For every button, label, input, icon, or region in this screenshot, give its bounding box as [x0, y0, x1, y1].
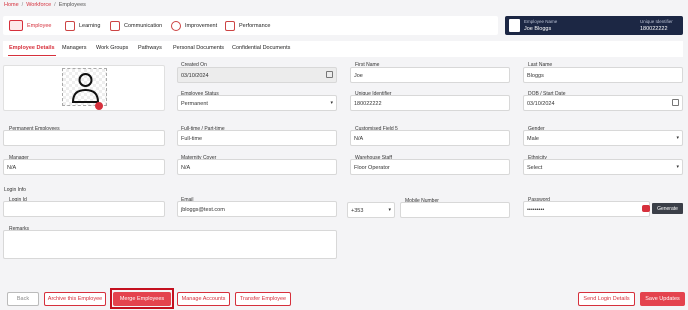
- last-name-input[interactable]: Bloggs: [523, 67, 683, 83]
- breadcrumb-separator: /: [21, 2, 24, 8]
- tab-confidential-documents[interactable]: Confidential Documents: [232, 45, 290, 51]
- nav-communication-label: Communication: [124, 22, 163, 29]
- nav-improvement[interactable]: Improvement: [171, 16, 217, 35]
- learning-icon: [65, 20, 75, 31]
- calendar-icon[interactable]: [672, 99, 679, 106]
- nav-improvement-label: Improvement: [185, 22, 218, 29]
- lightbulb-icon: [171, 20, 181, 31]
- nav-communication[interactable]: Communication: [110, 16, 162, 35]
- user-silhouette-icon: [71, 73, 100, 103]
- maternity-cover-input[interactable]: N/A: [177, 159, 337, 175]
- login-id-input[interactable]: [3, 201, 165, 217]
- breadcrumb: Home / Workforce / Employees: [4, 2, 86, 8]
- tab-employee-details[interactable]: Employee Details: [9, 45, 55, 51]
- remarks-textarea[interactable]: [3, 230, 337, 259]
- performance-chart-icon: [225, 20, 235, 31]
- gender-value: Male: [527, 136, 539, 142]
- employee-name: Joe Bloggs: [524, 26, 552, 32]
- nav-learning-label: Learning: [79, 22, 101, 29]
- chevron-down-icon: ▾: [330, 100, 333, 106]
- nav-employee-label: Employee: [27, 22, 52, 29]
- dob-value: 03/10/2024: [527, 101, 555, 107]
- profile-photo-card: [3, 65, 165, 111]
- chevron-down-icon: ▾: [676, 135, 679, 141]
- id-card-icon: [509, 19, 520, 32]
- employee-status-value: Permanent: [181, 101, 208, 107]
- tab-work-groups[interactable]: Work Groups: [96, 45, 128, 51]
- email-input[interactable]: jbloggs@test.com: [177, 201, 337, 217]
- chevron-down-icon: ▾: [676, 164, 679, 170]
- unique-identifier-label: Unique Identifier: [640, 19, 673, 24]
- unique-identifier-value: 180022222: [640, 26, 668, 32]
- chevron-down-icon: ▾: [388, 207, 391, 213]
- tab-pathways[interactable]: Pathways: [138, 45, 162, 51]
- dob-input[interactable]: 03/10/2024: [523, 95, 683, 111]
- manager-input[interactable]: N/A: [3, 159, 165, 175]
- tab-personal-documents[interactable]: Personal Documents: [173, 45, 224, 51]
- nav-learning[interactable]: Learning: [65, 16, 100, 35]
- password-input[interactable]: •••••••••: [523, 201, 650, 217]
- nav-performance-label: Performance: [239, 22, 271, 29]
- country-code-value: +353: [351, 208, 364, 214]
- breadcrumb-current: Employees: [58, 2, 86, 8]
- warehouse-staff-value: Floor Operator: [354, 165, 390, 171]
- customised-field-5-input[interactable]: N/A: [350, 130, 510, 146]
- last-name-value: Bloggs: [527, 73, 544, 79]
- employee-name-label: Employee Name: [524, 19, 558, 24]
- transfer-employee-button[interactable]: Transfer Employee: [235, 292, 291, 306]
- detail-tabs: Employee Details Managers Work Groups Pa…: [3, 41, 683, 57]
- show-password-icon[interactable]: [642, 205, 650, 212]
- first-name-input[interactable]: Joe: [350, 67, 510, 83]
- unique-identifier-field-value: 180022222: [354, 101, 382, 107]
- nav-employee[interactable]: Employee: [9, 16, 51, 35]
- employee-icon: [9, 20, 23, 31]
- email-value: jbloggs@test.com: [181, 207, 225, 213]
- nav-performance[interactable]: Performance: [225, 16, 271, 35]
- warehouse-staff-input[interactable]: Floor Operator: [350, 159, 510, 175]
- ethnicity-select[interactable]: Select ▾: [523, 159, 683, 175]
- employee-status-select[interactable]: Permanent ▾: [177, 95, 337, 111]
- employee-info-box: Employee Name Joe Bloggs Unique Identifi…: [505, 16, 683, 35]
- password-value: •••••••••: [527, 207, 545, 213]
- communication-icon: [110, 20, 120, 31]
- ethnicity-value: Select: [527, 165, 543, 171]
- created-on-field: 03/10/2024: [177, 67, 337, 83]
- country-code-select[interactable]: +353 ▾: [347, 202, 395, 218]
- tab-managers[interactable]: Managers: [62, 45, 86, 51]
- merge-employees-button[interactable]: Merge Employees: [113, 292, 171, 306]
- gender-select[interactable]: Male ▾: [523, 130, 683, 146]
- login-info-heading: Login Info: [4, 187, 26, 193]
- save-updates-button[interactable]: Save Updates: [640, 292, 685, 306]
- top-nav: Employee Learning Communication Improvem…: [3, 16, 498, 35]
- manage-accounts-button[interactable]: Manage Accounts: [177, 292, 230, 306]
- profile-photo[interactable]: [62, 68, 107, 106]
- customised-field-5-value: N/A: [354, 136, 364, 142]
- generate-password-button[interactable]: Generate: [652, 203, 683, 214]
- first-name-value: Joe: [354, 73, 363, 79]
- full-part-time-input[interactable]: Full-time: [177, 130, 337, 146]
- unique-identifier-input[interactable]: 180022222: [350, 95, 510, 111]
- breadcrumb-workforce-link[interactable]: Workforce: [26, 2, 51, 8]
- back-button[interactable]: Back: [7, 292, 39, 306]
- maternity-cover-value: N/A: [181, 165, 191, 171]
- active-tab-underline: [8, 55, 56, 56]
- mobile-number-input[interactable]: [400, 202, 510, 218]
- archive-employee-button[interactable]: Archive this Employee: [44, 292, 106, 306]
- breadcrumb-separator: /: [54, 2, 56, 8]
- send-login-details-button[interactable]: Send Login Details: [578, 292, 635, 306]
- manager-value: N/A: [7, 165, 17, 171]
- permanent-employees-input[interactable]: [3, 130, 165, 146]
- created-on-value: 03/10/2024: [181, 73, 209, 79]
- camera-upload-icon[interactable]: [95, 102, 103, 110]
- calendar-icon: [326, 71, 333, 78]
- breadcrumb-home-link[interactable]: Home: [4, 2, 19, 8]
- full-part-time-value: Full-time: [181, 136, 203, 142]
